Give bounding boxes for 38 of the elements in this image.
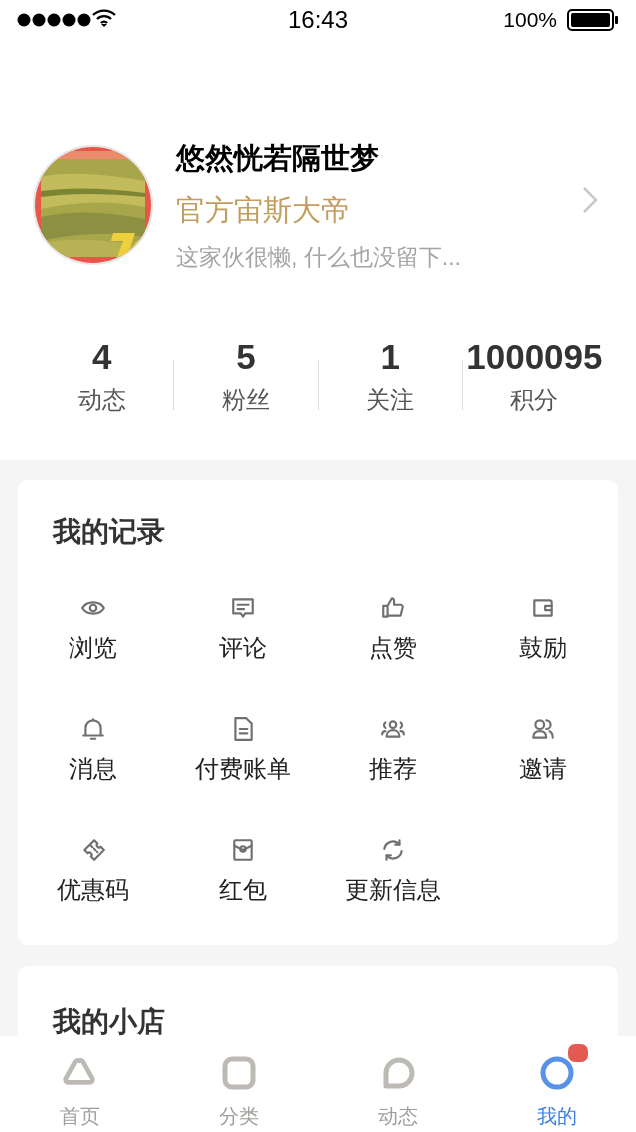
section-title: 我的小店	[51, 1005, 166, 1039]
users-icon[interactable]	[530, 716, 556, 742]
refresh-icon[interactable]	[380, 837, 406, 863]
record-label[interactable]: 更新信息	[345, 873, 441, 907]
battery-percent: 100%	[503, 7, 557, 34]
ticket-icon[interactable]	[80, 837, 106, 863]
circle-icon	[539, 1056, 574, 1090]
clock: 16:43	[287, 5, 349, 35]
stat-label: 动态	[77, 385, 126, 415]
tab[interactable]: 我的	[477, 1036, 636, 1132]
user-name: 悠然恍若隔世梦	[176, 140, 380, 176]
stat-value: 1000095	[466, 336, 603, 378]
stat-value: 1	[380, 336, 400, 378]
record-label[interactable]: 邀请	[519, 752, 567, 786]
stat-value: 5	[236, 336, 256, 378]
stat-value: 4	[91, 336, 112, 378]
envelope-icon[interactable]	[230, 837, 256, 863]
record-label[interactable]: 推荐	[369, 752, 417, 786]
record-label[interactable]: 消息	[69, 752, 117, 786]
record-label[interactable]: 鼓励	[519, 631, 567, 665]
stat-label: 粉丝	[221, 385, 270, 415]
record-label[interactable]: 点赞	[369, 631, 417, 665]
thumbs-up-icon[interactable]	[380, 595, 406, 621]
wifi-icon	[92, 9, 116, 27]
square-icon	[221, 1056, 256, 1090]
section-title: 我的记录	[51, 515, 166, 549]
stat-label: 积分	[510, 385, 559, 415]
comment-icon[interactable]	[230, 595, 256, 621]
record-label[interactable]: 浏览	[69, 631, 117, 665]
battery-icon	[567, 9, 619, 31]
record-label[interactable]: 评论	[219, 631, 267, 665]
stat-label: 关注	[366, 385, 415, 415]
bell-icon[interactable]	[80, 716, 106, 742]
user-title: 官方宙斯大帝	[176, 192, 351, 228]
record-label[interactable]: 付费账单	[195, 752, 291, 786]
record-label[interactable]: 优惠码	[57, 873, 129, 907]
user-bio: 这家伙很懒, 什么也没留下...	[176, 242, 462, 272]
record-label[interactable]: 红包	[219, 873, 267, 907]
